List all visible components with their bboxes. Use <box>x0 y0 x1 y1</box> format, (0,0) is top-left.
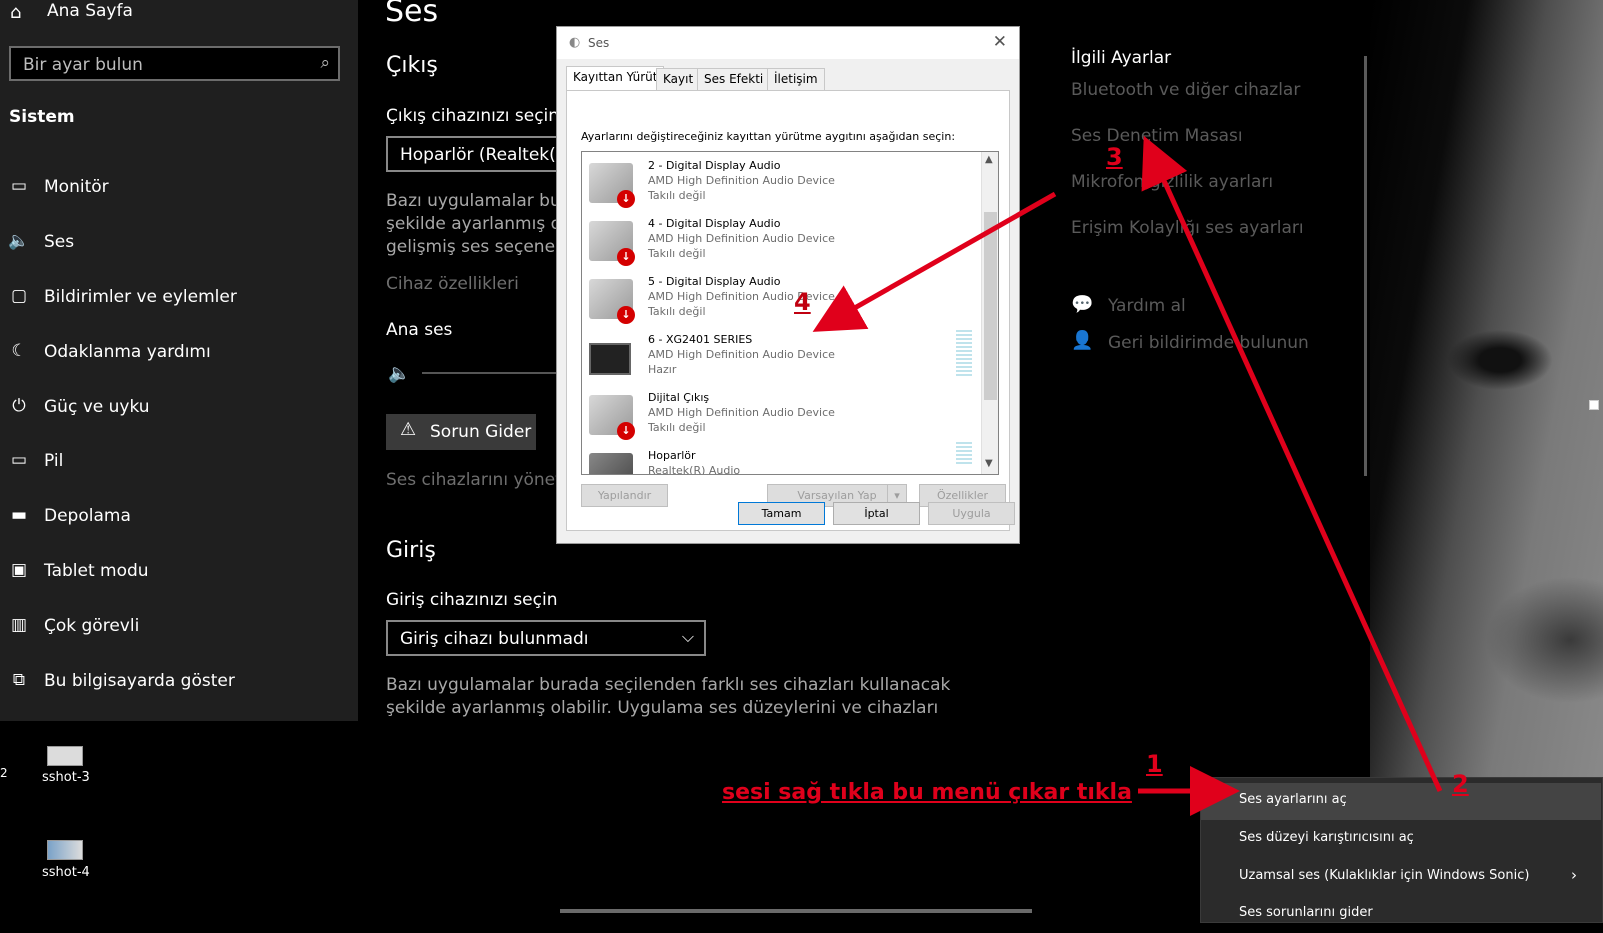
annotation-marker-1: 1 <box>1146 750 1163 778</box>
annotation-instruction: sesi sağ tıkla bu menü çıkar tıkla <box>722 780 1132 805</box>
arrow-to-sound-control-panel <box>1141 135 1443 793</box>
annotation-marker-4: 4 <box>794 288 811 316</box>
annotation-marker-3: 3 <box>1106 143 1123 171</box>
annotation-marker-2: 2 <box>1452 770 1469 798</box>
arrow-to-device <box>812 191 1057 332</box>
